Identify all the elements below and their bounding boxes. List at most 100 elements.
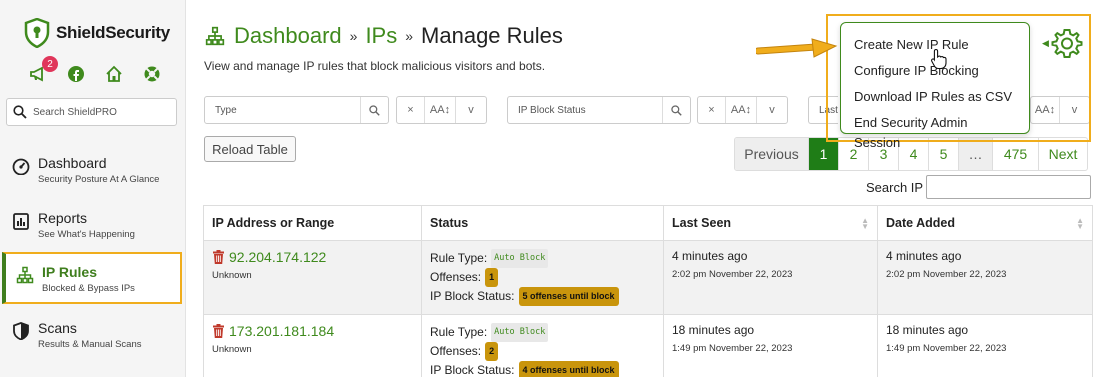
search-icon[interactable] bbox=[662, 97, 690, 123]
column-header-last-seen[interactable]: Last Seen ▲ ▼ bbox=[663, 205, 878, 241]
caret-left-icon: ◀ bbox=[1042, 38, 1049, 48]
last-seen-relative: 18 minutes ago bbox=[672, 323, 755, 337]
search-icon[interactable] bbox=[360, 97, 388, 123]
clear-filter-button[interactable]: × bbox=[397, 97, 425, 123]
rule-type-label: Rule Type: bbox=[430, 325, 488, 339]
ip-address-link[interactable]: 92.204.174.122 bbox=[229, 249, 326, 265]
actions-dropdown-menu: Create New IP Rule Configure IP Blocking… bbox=[840, 22, 1030, 150]
ip-cell: 92.204.174.122 Unknown bbox=[203, 240, 422, 315]
trash-icon[interactable] bbox=[212, 250, 225, 264]
page-title: Manage Rules bbox=[421, 23, 563, 48]
column-header-ip[interactable]: IP Address or Range bbox=[203, 205, 422, 241]
offenses-badge: 2 bbox=[485, 342, 499, 361]
block-status-label: IP Block Status: bbox=[430, 289, 515, 303]
offenses-label: Offenses: bbox=[430, 270, 482, 284]
search-ip-input[interactable] bbox=[926, 175, 1091, 199]
home-icon[interactable] bbox=[104, 64, 124, 84]
block-status-label: IP Block Status: bbox=[430, 363, 515, 377]
shield-logo-icon bbox=[24, 18, 50, 48]
sidebar-item-ip-rules[interactable]: IP Rules Blocked & Bypass IPs bbox=[2, 252, 182, 304]
menu-item-download-csv[interactable]: Download IP Rules as CSV bbox=[841, 84, 1029, 110]
offenses-badge: 1 bbox=[485, 268, 499, 287]
ip-rules-table: IP Address or Range Status Last Seen ▲ ▼ D… bbox=[203, 205, 1093, 377]
breadcrumb-dashboard-link[interactable]: Dashboard bbox=[234, 23, 342, 49]
gauge-icon bbox=[12, 158, 30, 175]
sidebar: ShieldSecurity 2 Search ShieldPRO Dashbo… bbox=[0, 0, 186, 377]
network-icon bbox=[16, 266, 34, 284]
pagination-page[interactable]: 5 bbox=[929, 138, 959, 170]
date-added-relative: 4 minutes ago bbox=[886, 249, 962, 263]
rule-type-value: Auto Block bbox=[491, 323, 549, 342]
pointer-arrow-icon bbox=[756, 38, 838, 58]
date-added-relative: 18 minutes ago bbox=[886, 323, 969, 337]
last-seen-cell: 4 minutes ago 2:02 pm November 22, 2023 bbox=[663, 240, 878, 315]
breadcrumb-separator: » bbox=[405, 28, 414, 44]
status-filter-controls: × AA↕ v bbox=[697, 96, 788, 124]
sidebar-item-label: Reports bbox=[38, 210, 88, 226]
clear-filter-button[interactable]: × bbox=[698, 97, 726, 123]
offenses-label: Offenses: bbox=[430, 344, 482, 358]
pagination: Previous 1 2 3 4 5 … 475 Next bbox=[734, 137, 1088, 171]
date-added-cell: 4 minutes ago 2:02 pm November 22, 2023 bbox=[877, 240, 1093, 315]
sort-icon: ▲ ▼ bbox=[1076, 216, 1084, 231]
sidebar-item-sublabel: Security Posture At A Glance bbox=[38, 174, 160, 185]
pagination-next[interactable]: Next bbox=[1039, 138, 1087, 170]
breadcrumb-ips-link[interactable]: IPs bbox=[365, 23, 397, 49]
last-seen-timestamp: 2:02 pm November 22, 2023 bbox=[672, 269, 793, 280]
app-name: ShieldSecurity bbox=[56, 23, 170, 42]
last-seen-relative: 4 minutes ago bbox=[672, 249, 748, 263]
ip-location: Unknown bbox=[212, 344, 252, 355]
sidebar-item-label: Scans bbox=[38, 320, 77, 336]
status-filter-placeholder: IP Block Status bbox=[518, 104, 586, 116]
lifebuoy-icon[interactable] bbox=[142, 64, 162, 84]
network-icon bbox=[205, 26, 225, 46]
type-filter-placeholder: Type bbox=[215, 104, 237, 116]
sidebar-search-input[interactable]: Search ShieldPRO bbox=[6, 98, 177, 126]
type-filter-controls: × AA↕ v bbox=[396, 96, 487, 124]
sidebar-item-scans[interactable]: Scans Results & Manual Scans bbox=[12, 320, 180, 350]
date-added-cell: 18 minutes ago 1:49 pm November 22, 2023 bbox=[877, 314, 1093, 377]
trash-icon[interactable] bbox=[212, 324, 225, 338]
sidebar-item-dashboard[interactable]: Dashboard Security Posture At A Glance bbox=[12, 155, 180, 185]
notification-badge: 2 bbox=[42, 56, 58, 72]
sort-icon: ▲ ▼ bbox=[861, 216, 869, 231]
page-subtitle: View and manage IP rules that block mali… bbox=[204, 59, 546, 73]
breadcrumb: Dashboard » IPs » Manage Rules bbox=[204, 23, 563, 49]
sort-alpha-button[interactable]: AA↕ bbox=[726, 97, 757, 123]
logo[interactable]: ShieldSecurity bbox=[24, 18, 170, 48]
block-status-badge: 4 offenses until block bbox=[518, 361, 619, 377]
toggle-filter-button[interactable]: v bbox=[456, 97, 486, 123]
rule-type-value: Auto Block bbox=[491, 249, 549, 268]
pagination-page-current[interactable]: 1 bbox=[809, 138, 839, 170]
breadcrumb-separator: » bbox=[349, 28, 358, 44]
menu-item-end-admin-session[interactable]: End Security Admin Session bbox=[841, 110, 1029, 150]
gear-icon[interactable] bbox=[1050, 26, 1084, 60]
status-filter-input[interactable]: IP Block Status bbox=[507, 96, 691, 124]
pagination-last-page[interactable]: 475 bbox=[993, 138, 1039, 170]
sidebar-item-reports[interactable]: Reports See What's Happening bbox=[12, 210, 180, 240]
reload-table-button[interactable]: Reload Table bbox=[204, 136, 296, 162]
last-seen-timestamp: 1:49 pm November 22, 2023 bbox=[672, 343, 793, 354]
column-header-status[interactable]: Status bbox=[421, 205, 664, 241]
pagination-page[interactable]: 4 bbox=[899, 138, 929, 170]
facebook-icon[interactable] bbox=[66, 64, 86, 84]
type-filter-input[interactable]: Type bbox=[204, 96, 389, 124]
shield-half-icon bbox=[13, 322, 29, 340]
sidebar-quick-icons: 2 bbox=[28, 56, 162, 84]
sort-alpha-button[interactable]: AA↕ bbox=[425, 97, 456, 123]
megaphone-icon[interactable]: 2 bbox=[28, 56, 58, 84]
sidebar-item-sublabel: Blocked & Bypass IPs bbox=[42, 283, 135, 294]
sidebar-item-sublabel: See What's Happening bbox=[38, 229, 135, 240]
ip-address-link[interactable]: 173.201.181.184 bbox=[229, 323, 334, 339]
column-header-date-added[interactable]: Date Added ▲ ▼ bbox=[877, 205, 1093, 241]
date-added-timestamp: 2:02 pm November 22, 2023 bbox=[886, 269, 1007, 280]
last-seen-cell: 18 minutes ago 1:49 pm November 22, 2023 bbox=[663, 314, 878, 377]
status-cell: Rule Type: Auto Block Offenses: 2 IP Block… bbox=[421, 314, 664, 377]
toggle-filter-button[interactable]: v bbox=[757, 97, 787, 123]
table-row: 92.204.174.122 Unknown Rule Type: Auto Bl… bbox=[203, 240, 1093, 315]
report-icon bbox=[13, 213, 29, 230]
pagination-previous[interactable]: Previous bbox=[735, 138, 809, 170]
status-cell: Rule Type: Auto Block Offenses: 1 IP Block… bbox=[421, 240, 664, 315]
sidebar-search-placeholder: Search ShieldPRO bbox=[33, 106, 117, 118]
ip-cell: 173.201.181.184 Unknown bbox=[203, 314, 422, 377]
